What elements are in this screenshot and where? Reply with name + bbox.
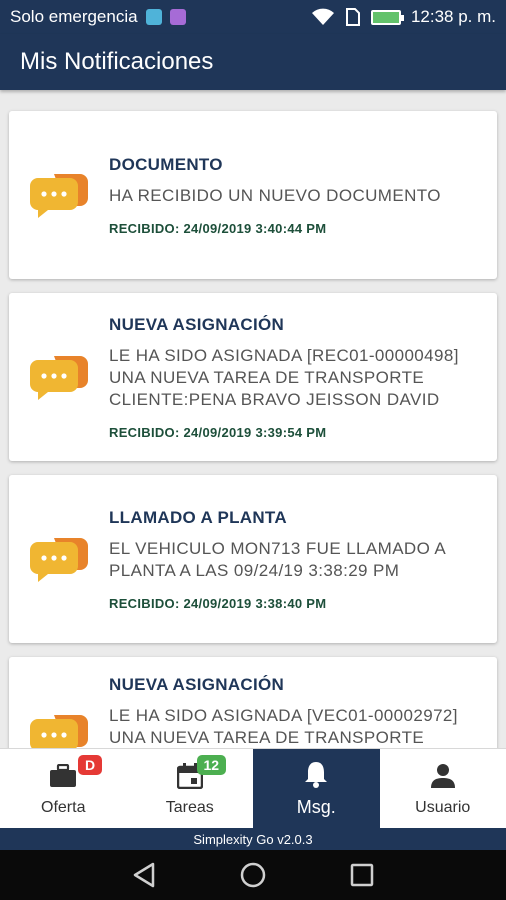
nav-oferta-label: Oferta [41, 798, 86, 816]
page-title: Mis Notificaciones [20, 48, 214, 75]
chat-bubbles-icon [9, 352, 109, 402]
notification-received: RECIBIDO: 24/09/2019 3:38:40 PM [109, 595, 327, 611]
notification-message: EL VEHICULO MON713 FUE LLAMADO A PLANTA … [109, 538, 446, 580]
nav-msg-label: Msg. [296, 797, 336, 817]
wifi-icon [311, 8, 334, 25]
notification-message: LE HA SIDO ASIGNADA [REC01-00000498] UNA… [109, 345, 459, 409]
system-nav-bar [0, 850, 506, 900]
carrier-text: Solo emergencia [10, 7, 138, 26]
notification-message: LE HA SIDO ASIGNADA [VEC01-00002972] UNA… [109, 706, 458, 747]
nav-usuario-label: Usuario [415, 798, 471, 816]
version-text: Simplexity Go v2.0.3 [193, 831, 313, 847]
app-bar: Mis Notificaciones [0, 34, 506, 90]
chat-bubbles-icon [9, 170, 109, 220]
recents-icon[interactable] [350, 863, 374, 887]
notification-card[interactable]: NUEVA ASIGNACIÓN LE HA SIDO ASIGNADA [RE… [9, 293, 497, 461]
bell-icon [301, 759, 331, 789]
status-bar: Solo emergencia 12:38 p. m. [0, 0, 506, 34]
person-icon [428, 761, 458, 791]
sim-icon [345, 8, 360, 26]
notification-title: DOCUMENTO [109, 154, 223, 174]
home-icon[interactable] [239, 861, 267, 889]
oferta-badge: D [78, 755, 103, 775]
nav-tareas[interactable]: 12 Tareas [127, 749, 254, 828]
notification-title: NUEVA ASIGNACIÓN [109, 675, 285, 694]
notification-message: HA RECIBIDO UN NUEVO DOCUMENTO [109, 185, 441, 205]
back-icon[interactable] [132, 862, 156, 888]
nav-oferta[interactable]: D Oferta [0, 749, 127, 828]
notification-title: NUEVA ASIGNACIÓN [109, 314, 285, 334]
notification-received: RECIBIDO: 24/09/2019 3:40:44 PM [109, 220, 327, 236]
chat-bubbles-icon [9, 534, 109, 584]
notification-card[interactable]: LLAMADO A PLANTA EL VEHICULO MON713 FUE … [9, 475, 497, 643]
battery-icon [370, 9, 404, 25]
tareas-badge: 12 [196, 755, 227, 775]
briefcase-icon [48, 761, 78, 791]
chat-bubbles-icon [9, 657, 109, 748]
notification-received: RECIBIDO: 24/09/2019 3:39:54 PM [109, 424, 327, 440]
notification-card[interactable]: NUEVA ASIGNACIÓN LE HA SIDO ASIGNADA [VE… [9, 657, 497, 748]
nav-tareas-label: Tareas [165, 798, 214, 816]
android-notification-icon [145, 9, 162, 25]
notification-card[interactable]: DOCUMENTO HA RECIBIDO UN NUEVO DOCUMENTO… [9, 111, 497, 279]
version-bar: Simplexity Go v2.0.3 [0, 828, 506, 850]
bottom-nav: D Oferta 12 Tareas Msg. Usuario [0, 748, 506, 828]
nav-msg[interactable]: Msg. [253, 749, 380, 828]
notification-title: LLAMADO A PLANTA [109, 507, 287, 527]
app-notification-icon [169, 9, 186, 25]
nav-usuario[interactable]: Usuario [380, 749, 506, 828]
notification-list[interactable]: DOCUMENTO HA RECIBIDO UN NUEVO DOCUMENTO… [0, 90, 506, 748]
clock-text: 12:38 p. m. [410, 7, 496, 26]
